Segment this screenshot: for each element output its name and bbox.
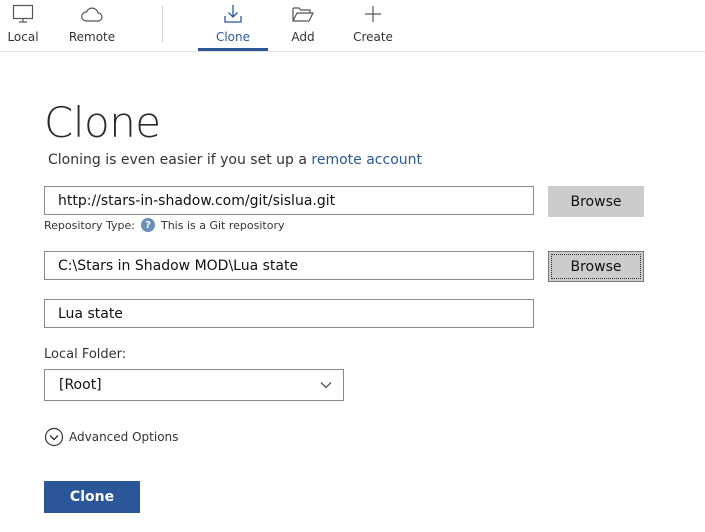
toolbar: Local Remote Clone Add Create	[0, 0, 705, 52]
repository-type-label: Repository Type:	[44, 218, 135, 232]
help-icon: ?	[140, 218, 155, 232]
advanced-options-label: Advanced Options	[69, 430, 179, 444]
subtitle: Cloning is even easier if you set up a r…	[48, 152, 422, 168]
local-folder-label: Local Folder:	[44, 347, 127, 362]
subtitle-text: Cloning is even easier if you set up a	[48, 152, 312, 168]
expand-circle-icon	[44, 427, 64, 447]
create-tab[interactable]: Create	[348, 0, 398, 52]
local-folder-value: [Root]	[59, 377, 102, 393]
advanced-options-toggle[interactable]: Advanced Options	[44, 427, 178, 447]
repository-type: Repository Type: ? This is a Git reposit…	[44, 218, 284, 232]
clone-tab-label: Clone	[215, 30, 251, 44]
monitor-icon	[12, 3, 34, 25]
active-tab-indicator	[198, 48, 268, 51]
cloud-icon	[80, 3, 104, 25]
remote-tab-label: Remote	[68, 30, 116, 44]
browse-destination-button[interactable]: Browse	[548, 251, 644, 282]
add-tab[interactable]: Add	[278, 0, 328, 52]
toolbar-separator	[162, 6, 163, 42]
plus-icon	[363, 3, 383, 25]
browse-source-button[interactable]: Browse	[548, 186, 644, 217]
source-url-input[interactable]	[44, 186, 534, 215]
destination-path-input[interactable]	[44, 251, 534, 280]
repository-type-value: This is a Git repository	[160, 218, 285, 232]
local-tab-label: Local	[7, 30, 39, 44]
folder-open-icon	[291, 3, 315, 25]
add-tab-label: Add	[291, 30, 315, 44]
clone-tab[interactable]: Clone	[198, 0, 268, 52]
create-tab-label: Create	[353, 30, 393, 44]
clone-button[interactable]: Clone	[44, 481, 140, 513]
remote-account-link[interactable]: remote account	[311, 152, 422, 168]
remote-tab[interactable]: Remote	[60, 0, 124, 52]
page-title: Clone	[44, 98, 161, 147]
chevron-down-icon	[319, 378, 333, 396]
local-tab[interactable]: Local	[0, 0, 46, 52]
download-icon	[222, 3, 244, 25]
name-input[interactable]	[44, 299, 534, 328]
local-folder-select[interactable]: [Root]	[44, 369, 344, 401]
